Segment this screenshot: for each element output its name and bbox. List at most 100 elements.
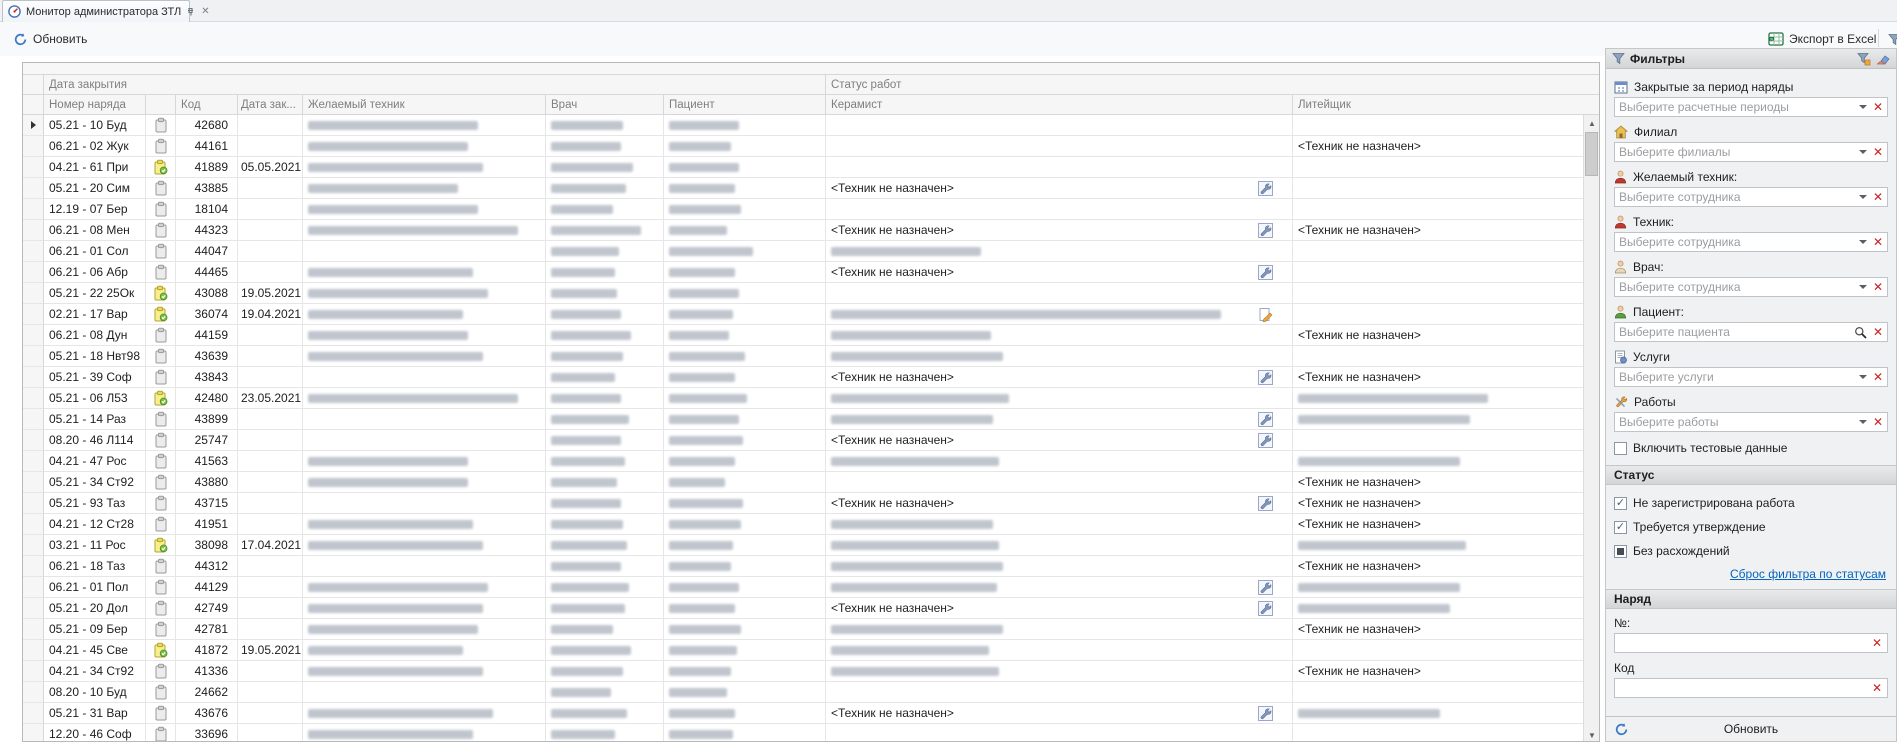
caster-cell[interactable]: <Техник не назначен> <box>1293 472 1599 493</box>
column-header-code[interactable]: Код <box>176 95 238 115</box>
doctor-cell[interactable] <box>546 472 664 493</box>
desired-tech-cell[interactable] <box>303 724 546 742</box>
close-date-cell[interactable] <box>238 136 303 157</box>
ceramist-cell[interactable] <box>826 136 1293 157</box>
code-cell[interactable]: 43885 <box>176 178 238 199</box>
patient-cell[interactable] <box>664 241 826 262</box>
clear-icon[interactable]: ✕ <box>1873 371 1883 383</box>
doctor-cell[interactable] <box>546 199 664 220</box>
patient-cell[interactable] <box>664 325 826 346</box>
caster-cell[interactable] <box>1293 304 1599 325</box>
order-number-cell[interactable]: 05.21 - 20 Дол <box>44 598 146 619</box>
code-cell[interactable]: 42749 <box>176 598 238 619</box>
combo-филиал[interactable]: Выберите филиалы✕ <box>1614 142 1888 162</box>
order-number-cell[interactable]: 06.21 - 08 Мен <box>44 220 146 241</box>
wrench-icon[interactable] <box>1257 579 1273 595</box>
code-cell[interactable]: 44312 <box>176 556 238 577</box>
ceramist-cell[interactable] <box>826 388 1293 409</box>
doctor-cell[interactable] <box>546 682 664 703</box>
ceramist-cell[interactable]: <Техник не назначен> <box>826 262 1293 283</box>
patient-cell[interactable] <box>664 451 826 472</box>
clear-icon[interactable]: ✕ <box>1873 191 1883 203</box>
reset-status-filter-link[interactable]: Сброс фильтра по статусам <box>1730 567 1886 581</box>
table-row[interactable]: 05.21 - 06 Л534248023.05.2021 <box>23 388 1599 409</box>
chevron-down-icon[interactable] <box>1859 150 1867 154</box>
caster-cell[interactable] <box>1293 577 1599 598</box>
band-work-status[interactable]: Статус работ <box>826 75 1599 95</box>
doctor-cell[interactable] <box>546 136 664 157</box>
code-cell[interactable]: 25747 <box>176 430 238 451</box>
ceramist-cell[interactable] <box>826 619 1293 640</box>
patient-cell[interactable] <box>664 220 826 241</box>
close-date-cell[interactable] <box>238 703 303 724</box>
caster-cell[interactable] <box>1293 682 1599 703</box>
patient-cell[interactable] <box>664 388 826 409</box>
clear-icon[interactable]: ✕ <box>1872 637 1882 649</box>
order-number-cell[interactable]: 06.21 - 06 Абр <box>44 262 146 283</box>
ceramist-cell[interactable] <box>826 115 1293 136</box>
column-header-close-date[interactable]: Дата зак... <box>238 95 303 115</box>
order-number-cell[interactable]: 04.21 - 45 Све <box>44 640 146 661</box>
patient-cell[interactable] <box>664 535 826 556</box>
code-cell[interactable]: 41563 <box>176 451 238 472</box>
close-date-cell[interactable]: 19.05.2021 <box>238 640 303 661</box>
code-cell[interactable]: 43715 <box>176 493 238 514</box>
doctor-cell[interactable] <box>546 703 664 724</box>
patient-cell[interactable] <box>664 598 826 619</box>
patient-cell[interactable] <box>664 493 826 514</box>
code-cell[interactable]: 42781 <box>176 619 238 640</box>
doctor-cell[interactable] <box>546 409 664 430</box>
checkbox-icon[interactable] <box>1614 545 1627 558</box>
column-header-caster[interactable]: Литейщик <box>1293 95 1599 115</box>
wrench-icon[interactable] <box>1257 180 1273 196</box>
patient-cell[interactable] <box>664 199 826 220</box>
table-row[interactable]: 05.21 - 34 Ст9243880<Техник не назначен> <box>23 472 1599 493</box>
doctor-cell[interactable] <box>546 262 664 283</box>
desired-tech-cell[interactable] <box>303 157 546 178</box>
order-number-cell[interactable]: 06.21 - 18 Таз <box>44 556 146 577</box>
order-number-cell[interactable]: 04.21 - 34 Ст92 <box>44 661 146 682</box>
export-excel-button[interactable]: XLS Экспорт в Excel <box>1763 28 1881 50</box>
column-header-order-number[interactable]: Номер наряда <box>44 95 146 115</box>
caster-cell[interactable] <box>1293 724 1599 742</box>
desired-tech-cell[interactable] <box>303 598 546 619</box>
checkbox-test-data[interactable]: Включить тестовые данные <box>1614 437 1888 459</box>
checkbox-не-зарегистрирована-работа[interactable]: ✓Не зарегистрирована работа <box>1614 491 1888 515</box>
desired-tech-cell[interactable] <box>303 661 546 682</box>
doctor-cell[interactable] <box>546 514 664 535</box>
wrench-icon[interactable] <box>1257 411 1273 427</box>
desired-tech-cell[interactable] <box>303 577 546 598</box>
desired-tech-cell[interactable] <box>303 682 546 703</box>
band-closing-date[interactable]: Дата закрытия <box>44 75 826 95</box>
close-date-cell[interactable]: 05.05.2021 <box>238 157 303 178</box>
doctor-cell[interactable] <box>546 661 664 682</box>
clear-filter-icon[interactable] <box>1857 52 1871 66</box>
ceramist-cell[interactable] <box>826 640 1293 661</box>
caster-cell[interactable]: <Техник не назначен> <box>1293 493 1599 514</box>
table-row[interactable]: 06.21 - 02 Жук44161<Техник не назначен> <box>23 136 1599 157</box>
caster-cell[interactable] <box>1293 262 1599 283</box>
close-icon[interactable]: ✕ <box>201 6 209 17</box>
ceramist-cell[interactable] <box>826 283 1293 304</box>
table-row[interactable]: 12.20 - 46 Соф33696 <box>23 724 1599 742</box>
caster-cell[interactable] <box>1293 199 1599 220</box>
table-row[interactable]: 05.21 - 22 25Ок4308819.05.2021 <box>23 283 1599 304</box>
order-number-cell[interactable]: 05.21 - 39 Соф <box>44 367 146 388</box>
caster-cell[interactable] <box>1293 430 1599 451</box>
order-number-cell[interactable]: 06.21 - 08 Дун <box>44 325 146 346</box>
caster-cell[interactable] <box>1293 451 1599 472</box>
desired-tech-cell[interactable] <box>303 535 546 556</box>
close-date-cell[interactable] <box>238 682 303 703</box>
close-date-cell[interactable]: 23.05.2021 <box>238 388 303 409</box>
doctor-cell[interactable] <box>546 535 664 556</box>
desired-tech-cell[interactable] <box>303 493 546 514</box>
table-row[interactable]: 05.21 - 93 Таз43715<Техник не назначен><… <box>23 493 1599 514</box>
desired-tech-cell[interactable] <box>303 241 546 262</box>
table-row[interactable]: 03.21 - 11 Рос3809817.04.2021 <box>23 535 1599 556</box>
filter-panel-toggle-button[interactable] <box>1883 28 1897 50</box>
ceramist-cell[interactable] <box>826 346 1293 367</box>
table-row[interactable]: 04.21 - 34 Ст9241336<Техник не назначен> <box>23 661 1599 682</box>
patient-cell[interactable] <box>664 262 826 283</box>
order-code-input[interactable]: ✕ <box>1614 678 1888 698</box>
caster-cell[interactable]: <Техник не назначен> <box>1293 136 1599 157</box>
